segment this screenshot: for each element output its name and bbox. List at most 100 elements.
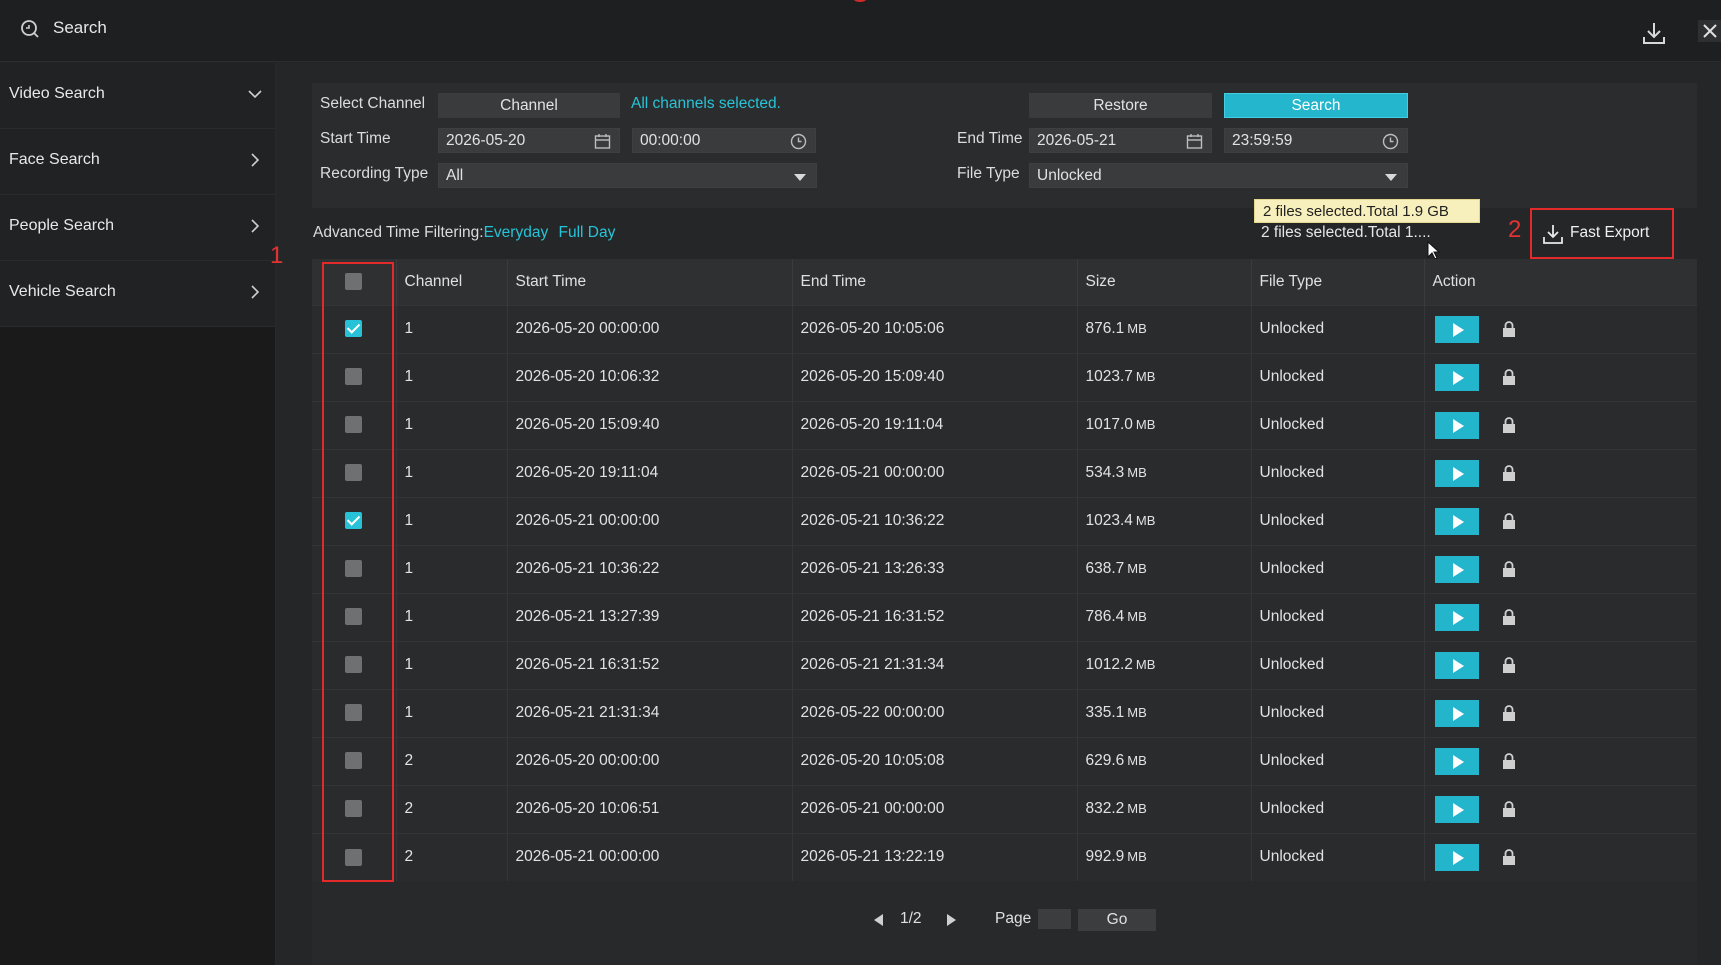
go-button[interactable]: Go [1078, 909, 1156, 931]
advanced-label: Advanced Time Filtering: [313, 224, 484, 241]
lock-icon[interactable] [1502, 704, 1516, 722]
table-row[interactable]: 1 2026-05-20 00:00:00 2026-05-20 10:05:06 8… [312, 304, 1697, 353]
play-button[interactable] [1434, 315, 1479, 343]
play-button[interactable] [1434, 699, 1479, 727]
cell-channel: 1 [396, 496, 508, 545]
play-button[interactable] [1434, 411, 1479, 439]
size-unit: MB [1127, 561, 1147, 576]
row-checkbox-cell [312, 352, 397, 401]
lock-icon[interactable] [1502, 656, 1516, 674]
calendar-icon[interactable] [1186, 133, 1203, 150]
row-checkbox[interactable] [345, 704, 363, 722]
everyday-link[interactable]: Everyday [484, 224, 549, 241]
row-checkbox[interactable] [345, 848, 363, 866]
table-row[interactable]: 1 2026-05-20 15:09:40 2026-05-20 19:11:04 1… [312, 400, 1697, 449]
play-button[interactable] [1434, 651, 1479, 679]
table-row[interactable]: 1 2026-05-21 10:36:22 2026-05-21 13:26:33 6… [312, 544, 1697, 593]
header-start-time: Start Time [507, 259, 793, 305]
lock-icon[interactable] [1502, 608, 1516, 626]
sidebar-item-vehicle-search[interactable]: Vehicle Search [0, 261, 275, 327]
row-checkbox[interactable] [345, 608, 363, 626]
table-row[interactable]: 1 2026-05-21 13:27:39 2026-05-21 16:31:52 7… [312, 592, 1697, 641]
cell-start-time: 2026-05-20 00:00:00 [507, 736, 793, 785]
select-all-checkbox[interactable] [345, 273, 363, 291]
table-row[interactable]: 2 2026-05-20 00:00:00 2026-05-20 10:05:08 6… [312, 736, 1697, 785]
lock-icon[interactable] [1502, 752, 1516, 770]
play-button[interactable] [1434, 555, 1479, 583]
table-row[interactable]: 1 2026-05-20 19:11:04 2026-05-21 00:00:00 5… [312, 448, 1697, 497]
start-time-field[interactable]: 00:00:00 [632, 128, 816, 153]
sidebar-item-face-search[interactable]: Face Search [0, 129, 275, 195]
clock-icon[interactable] [790, 133, 807, 150]
start-date-field[interactable]: 2026-05-20 [438, 128, 620, 153]
calendar-icon[interactable] [594, 133, 611, 150]
table-row[interactable]: 1 2026-05-21 00:00:00 2026-05-21 10:36:22 1… [312, 496, 1697, 545]
cell-size: 335.1 MB [1077, 688, 1252, 737]
lock-icon[interactable] [1502, 560, 1516, 578]
table-header-row: Channel Start Time End Time Size File Ty… [312, 259, 1697, 305]
fast-export-button[interactable]: Fast Export [1530, 208, 1674, 259]
close-icon[interactable] [1698, 18, 1721, 44]
clock-icon[interactable] [1382, 133, 1399, 150]
lock-icon[interactable] [1502, 800, 1516, 818]
cell-action [1424, 448, 1697, 497]
row-checkbox[interactable] [345, 560, 363, 578]
end-time-field[interactable]: 23:59:59 [1224, 128, 1408, 153]
play-button[interactable] [1434, 363, 1479, 391]
size-unit: MB [1135, 657, 1156, 672]
cell-end-time: 2026-05-21 13:22:19 [792, 832, 1078, 881]
lock-icon[interactable] [1502, 416, 1516, 434]
cell-end-time: 2026-05-21 16:31:52 [792, 592, 1078, 641]
select-channel-label: Select Channel [320, 95, 426, 112]
recording-type-select[interactable]: All [438, 163, 817, 188]
cell-file-type: Unlocked [1251, 832, 1425, 881]
row-checkbox[interactable] [345, 752, 363, 770]
search-button[interactable]: Search [1224, 93, 1408, 118]
table-row[interactable]: 1 2026-05-21 16:31:52 2026-05-21 21:31:34 1… [312, 640, 1697, 689]
cell-channel: 1 [396, 544, 508, 593]
file-type-select[interactable]: Unlocked [1029, 163, 1408, 188]
row-checkbox[interactable] [345, 800, 363, 818]
row-checkbox[interactable] [345, 656, 363, 674]
play-button[interactable] [1434, 795, 1479, 823]
row-checkbox[interactable] [345, 416, 363, 434]
next-page-icon[interactable] [947, 914, 956, 926]
sidebar-item-video-search[interactable]: Video Search [0, 63, 275, 129]
end-time-label: End Time [957, 130, 1023, 147]
row-checkbox-cell [312, 832, 397, 881]
restore-button[interactable]: Restore [1029, 93, 1212, 118]
table-row[interactable]: 1 2026-05-20 10:06:32 2026-05-20 15:09:40 1… [312, 352, 1697, 401]
lock-icon[interactable] [1502, 848, 1516, 866]
play-button[interactable] [1434, 459, 1479, 487]
table-row[interactable]: 1 2026-05-21 21:31:34 2026-05-22 00:00:00 3… [312, 688, 1697, 737]
play-button[interactable] [1434, 747, 1479, 775]
play-button[interactable] [1434, 603, 1479, 631]
sidebar-item-people-search[interactable]: People Search [0, 195, 275, 261]
row-checkbox[interactable] [345, 320, 363, 338]
dropdown-caret-icon [1385, 174, 1397, 181]
table-row[interactable]: 2 2026-05-20 10:06:51 2026-05-21 00:00:00 8… [312, 784, 1697, 833]
cell-size: 832.2 MB [1077, 784, 1252, 833]
cell-start-time: 2026-05-20 00:00:00 [507, 304, 793, 353]
row-checkbox[interactable] [345, 368, 363, 386]
lock-icon[interactable] [1502, 512, 1516, 530]
cell-size: 786.4 MB [1077, 592, 1252, 641]
download-icon[interactable] [1641, 20, 1667, 46]
row-checkbox[interactable] [345, 464, 363, 482]
page-input[interactable] [1038, 909, 1071, 929]
play-button[interactable] [1434, 843, 1479, 871]
play-button[interactable] [1434, 507, 1479, 535]
table-row[interactable]: 2 2026-05-21 00:00:00 2026-05-21 13:22:19 9… [312, 832, 1697, 881]
channel-button[interactable]: Channel [438, 93, 620, 118]
row-checkbox-cell [312, 544, 397, 593]
fast-export-label: Fast Export [1570, 224, 1650, 241]
lock-icon[interactable] [1502, 464, 1516, 482]
end-date-field[interactable]: 2026-05-21 [1029, 128, 1212, 153]
lock-icon[interactable] [1502, 368, 1516, 386]
cell-file-type: Unlocked [1251, 640, 1425, 689]
lock-icon[interactable] [1502, 320, 1516, 338]
row-checkbox[interactable] [345, 512, 363, 530]
cell-file-type: Unlocked [1251, 400, 1425, 449]
prev-page-icon[interactable] [874, 914, 883, 926]
full-day-link[interactable]: Full Day [559, 224, 616, 241]
